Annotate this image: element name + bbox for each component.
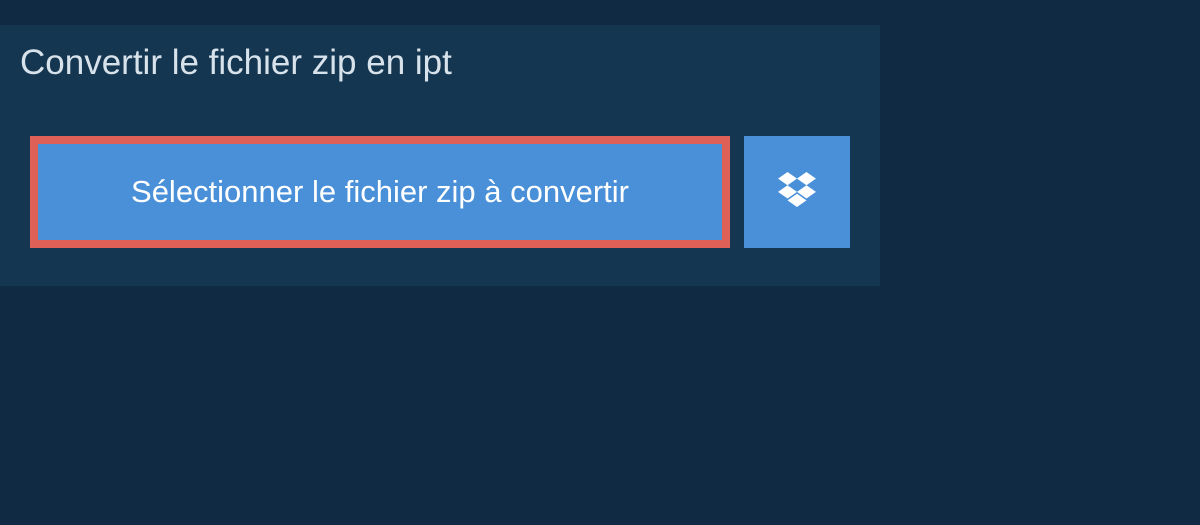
title-bar: Convertir le fichier zip en ipt bbox=[0, 25, 482, 101]
select-file-label: Sélectionner le fichier zip à convertir bbox=[131, 174, 629, 210]
dropbox-icon bbox=[778, 172, 816, 213]
select-file-button[interactable]: Sélectionner le fichier zip à convertir bbox=[30, 136, 730, 248]
dropbox-button[interactable] bbox=[744, 136, 850, 248]
converter-panel: Convertir le fichier zip en ipt Sélectio… bbox=[0, 25, 880, 286]
page-title: Convertir le fichier zip en ipt bbox=[20, 43, 452, 83]
button-row: Sélectionner le fichier zip à convertir bbox=[0, 136, 880, 248]
